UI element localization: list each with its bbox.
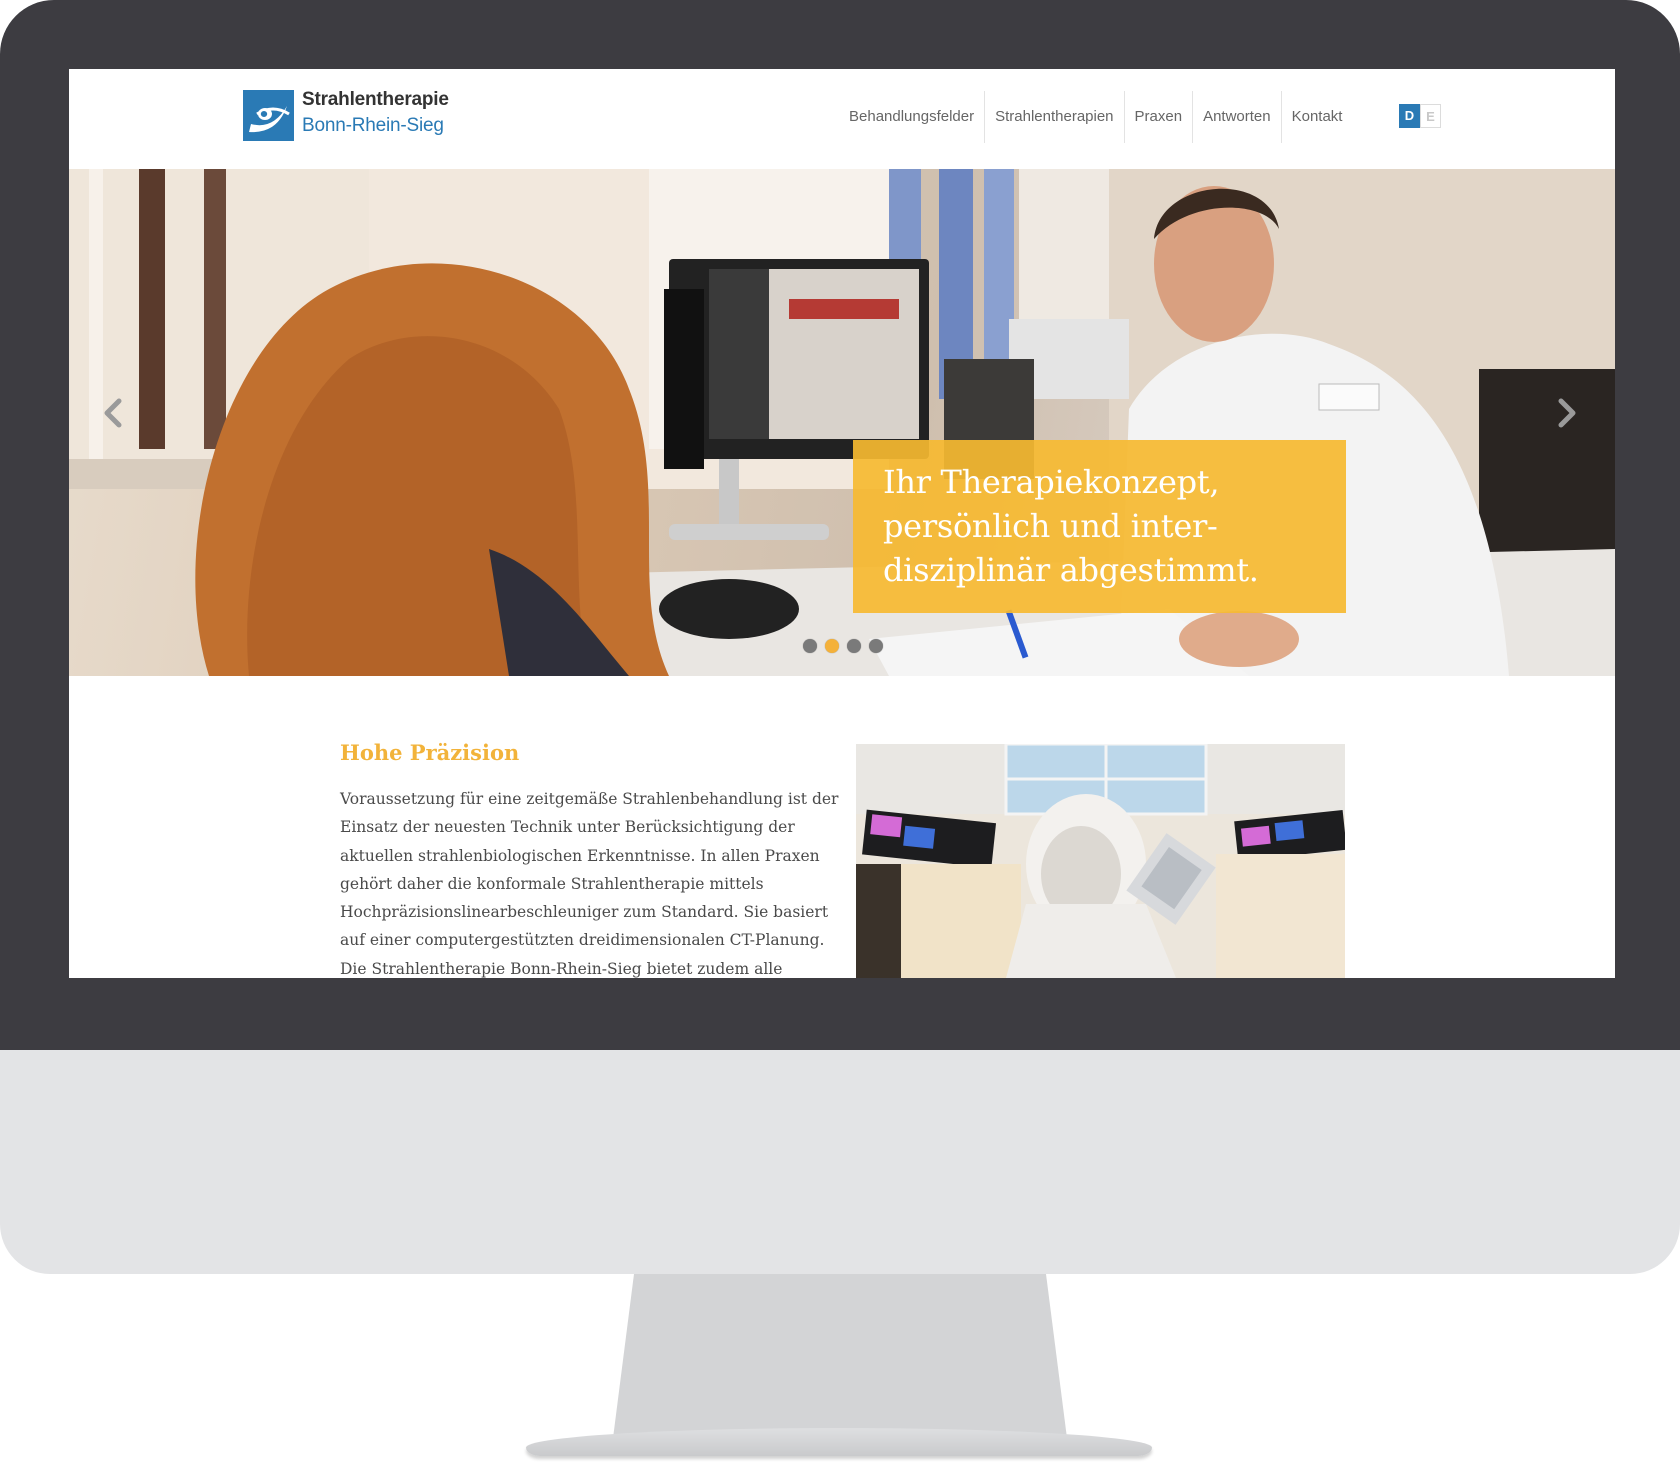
body-text-line: Die Strahlentherapie Bonn-Rhein-Sieg bie… bbox=[340, 959, 783, 978]
nav-item-antworten[interactable]: Antworten bbox=[1192, 91, 1281, 143]
body-text-line: Hochpräzisionslinearbeschleuniger zum St… bbox=[340, 903, 829, 922]
site-header: Strahlentherapie Bonn-Rhein-Sieg Behandl… bbox=[69, 69, 1615, 169]
slider-dot[interactable] bbox=[825, 639, 839, 653]
logo-title: Strahlentherapie bbox=[302, 89, 449, 110]
body-text-line: aktuellen strahlenbiologischen Erkenntni… bbox=[340, 846, 820, 865]
logo-subtitle: Bonn-Rhein-Sieg bbox=[302, 115, 444, 136]
language-german-button[interactable]: D bbox=[1399, 104, 1420, 128]
slider-dot[interactable] bbox=[869, 639, 883, 653]
hero-caption-line: persönlich und inter- bbox=[883, 507, 1218, 545]
monitor-stand-neck bbox=[612, 1274, 1068, 1446]
nav-item-kontakt[interactable]: Kontakt bbox=[1280, 91, 1353, 143]
linear-accelerator-photo bbox=[856, 744, 1345, 978]
hero-caption-box: Ihr Therapiekonzept, persönlich und inte… bbox=[853, 440, 1346, 613]
slider-dot[interactable] bbox=[847, 639, 861, 653]
nav-item-praxen[interactable]: Praxen bbox=[1123, 91, 1193, 143]
content-section: Hohe Präzision Voraussetzung für eine ze… bbox=[69, 676, 1615, 978]
hero-caption-line: disziplinär abgestimmt. bbox=[883, 551, 1259, 589]
chevron-right-icon[interactable] bbox=[1551, 391, 1581, 435]
monitor-chin bbox=[0, 1050, 1680, 1274]
hero-slider: Ihr Therapiekonzept, persönlich und inte… bbox=[69, 169, 1615, 676]
body-text-line: Einsatz der neuesten Technik unter Berüc… bbox=[340, 818, 795, 837]
hero-caption-line: Ihr Therapiekonzept, bbox=[883, 463, 1220, 501]
hero-photo-consultation bbox=[69, 169, 1615, 676]
language-english-button[interactable]: E bbox=[1420, 104, 1441, 128]
slider-dot[interactable] bbox=[803, 639, 817, 653]
body-text-line: gehört daher die konformale Strahlenther… bbox=[340, 874, 764, 893]
slider-pagination bbox=[803, 639, 883, 653]
eye-swoosh-logo-icon bbox=[243, 90, 294, 141]
section-heading: Hohe Präzision bbox=[340, 740, 520, 765]
website-screen: Strahlentherapie Bonn-Rhein-Sieg Behandl… bbox=[69, 69, 1615, 978]
body-text-line: auf einer computergestützten dreidimensi… bbox=[340, 931, 825, 950]
main-navigation: Behandlungsfelder Strahlentherapien Prax… bbox=[839, 91, 1352, 143]
chevron-left-icon[interactable] bbox=[99, 391, 129, 435]
section-body-text: Voraussetzung für eine zeitgemäße Strahl… bbox=[340, 785, 840, 978]
nav-item-behandlungsfelder[interactable]: Behandlungsfelder bbox=[839, 91, 984, 143]
language-switch: D E bbox=[1399, 104, 1441, 128]
nav-item-strahlentherapien[interactable]: Strahlentherapien bbox=[984, 91, 1123, 143]
site-logo[interactable]: Strahlentherapie Bonn-Rhein-Sieg bbox=[243, 89, 463, 145]
body-text-line: Voraussetzung für eine zeitgemäße Strahl… bbox=[340, 790, 839, 808]
